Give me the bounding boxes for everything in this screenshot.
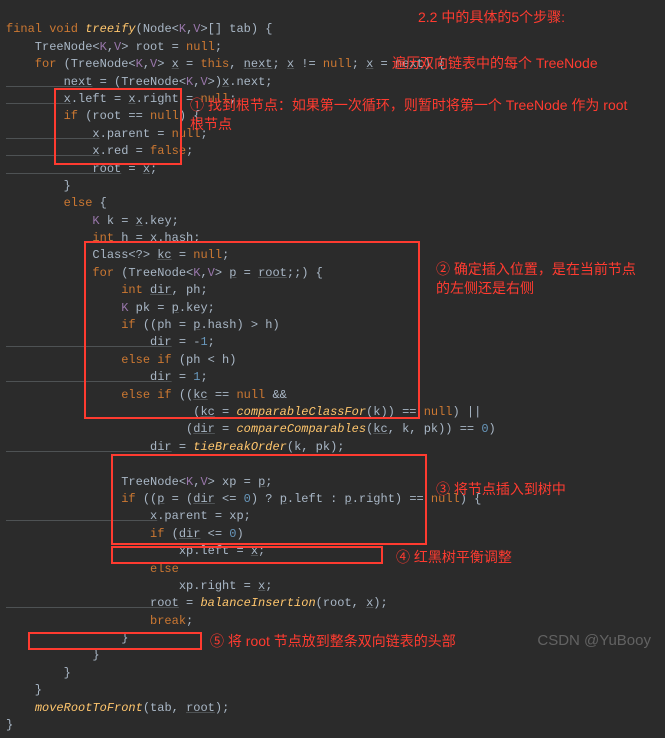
- annotation-step3: ③ 将节点插入到树中: [436, 480, 566, 499]
- annotation-step1: ① 找到根节点：如果第一次循环，则暂时将第一个 TreeNode 作为 root…: [190, 96, 630, 134]
- watermark: CSDN @YuBooy: [537, 630, 651, 652]
- annotation-step2: ② 确定插入位置，是在当前节点的左侧还是右侧: [436, 260, 646, 298]
- annotation-step5: ⑤ 将 root 节点放到整条双向链表的头部: [210, 632, 456, 651]
- annotation-title: 2.2 中的具体的5个步骤:: [418, 8, 565, 27]
- annotation-loop: 遍历双向链表中的每个 TreeNode: [392, 54, 598, 73]
- annotation-step4: ④ 红黑树平衡调整: [396, 548, 512, 567]
